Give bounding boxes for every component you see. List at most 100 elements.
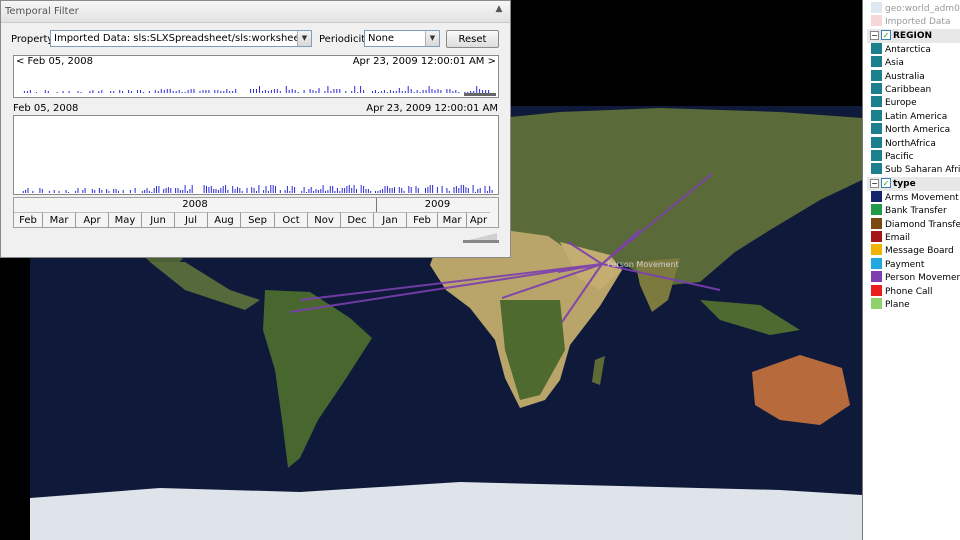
detail-chart[interactable] [13, 115, 499, 195]
histogram-bar [56, 92, 58, 93]
histogram-bar [53, 190, 55, 193]
histogram-bar [419, 92, 421, 93]
timeline-ruler[interactable]: 2008 2009 Feb Mar Apr May Jun Jul Aug Sep Oct Nov… [13, 197, 499, 228]
legend-item[interactable]: Australia [871, 69, 925, 83]
histogram-bar [80, 92, 82, 93]
histogram-bar [436, 187, 438, 193]
chevron-down-icon[interactable]: ▼ [425, 31, 439, 46]
legend-item[interactable]: Latin America [871, 109, 947, 123]
legend-item[interactable]: NorthAfrica [871, 136, 936, 150]
legend-item[interactable]: Asia [871, 56, 904, 69]
histogram-bar [431, 89, 433, 93]
legend-item[interactable]: Message Board [871, 244, 954, 257]
histogram-bar [62, 91, 64, 93]
histogram-bar [129, 190, 131, 193]
legend-item[interactable]: Europe [871, 96, 917, 109]
collapse-icon[interactable]: − [870, 30, 879, 40]
chevron-down-icon[interactable]: ▼ [297, 31, 311, 46]
histogram-bar [47, 91, 49, 93]
legend-swatch [871, 150, 882, 161]
histogram-bar [309, 89, 311, 93]
histogram-bar [401, 91, 403, 93]
histogram-bar [403, 191, 405, 193]
legend-item[interactable]: Payment [871, 257, 924, 271]
histogram-bar [77, 188, 79, 193]
histogram-bar [356, 189, 357, 193]
month-label: Dec [341, 212, 374, 228]
histogram-bar [334, 191, 336, 193]
histogram-bar [382, 189, 384, 193]
histogram-bar [458, 188, 460, 193]
timeline-resize-handle[interactable] [463, 232, 499, 243]
histogram-bar [488, 90, 490, 93]
histogram-bar [22, 191, 24, 193]
reset-button[interactable]: Reset [446, 30, 499, 48]
histogram-bar [322, 185, 324, 193]
legend-item[interactable]: Diamond Transfer [871, 217, 960, 231]
histogram-bar [395, 91, 397, 93]
histogram-bar [251, 187, 253, 193]
histogram-bar [160, 89, 162, 93]
month-label: Mar [43, 212, 76, 228]
histogram-bar [344, 188, 346, 193]
legend-item-label: Plane [885, 300, 910, 310]
histogram-bar [265, 186, 267, 193]
legend-item-label: Antarctica [885, 44, 931, 55]
histogram-bar [333, 89, 335, 93]
histogram-bar [92, 90, 94, 93]
histogram-bar [259, 86, 260, 93]
histogram-bar [106, 189, 108, 193]
legend-swatch [871, 231, 882, 242]
histogram-bar [422, 90, 424, 93]
legend-item[interactable]: Antarctica [871, 42, 931, 56]
histogram-bar [318, 88, 320, 93]
histogram-bar [41, 189, 43, 193]
checkbox-checked-icon[interactable]: ✓ [881, 177, 891, 188]
collapse-icon[interactable]: − [870, 178, 879, 188]
checkbox-checked-icon[interactable]: ✓ [881, 29, 891, 40]
histogram-bar [486, 191, 488, 193]
histogram-bar [416, 90, 418, 93]
legend-item[interactable]: Email [871, 231, 910, 244]
histogram-bar [378, 92, 379, 93]
histogram-bar [113, 91, 115, 93]
histogram-bar [215, 189, 217, 193]
histogram-bar [146, 188, 148, 193]
legend-item[interactable]: Bank Transfer [871, 204, 947, 217]
legend-group-header[interactable]: − ✓ REGION [867, 28, 960, 43]
legend-group-label: type [893, 178, 916, 189]
legend-swatch [871, 204, 882, 216]
histogram-bar [181, 92, 183, 93]
histogram-bar [208, 90, 210, 93]
histogram-bar [226, 89, 228, 93]
histogram-bar [77, 91, 79, 93]
legend-group-header[interactable]: − ✓ type [867, 176, 960, 191]
legend-item[interactable]: Phone Call [871, 284, 933, 298]
histogram-bar [113, 189, 115, 193]
histogram-bar [327, 86, 329, 93]
overview-slider-handle[interactable] [464, 93, 496, 96]
histogram-bar [84, 188, 86, 193]
periodicity-select[interactable]: None ▼ [364, 30, 440, 47]
histogram-bar [23, 91, 25, 93]
temporal-filter-window[interactable]: Temporal Filter ▲ Property Imported Data… [0, 0, 511, 258]
property-select[interactable]: Imported Data: sls:SLXSpreadsheet/sls:wo… [50, 30, 312, 47]
legend-item[interactable]: Caribbean [871, 83, 931, 96]
legend-item[interactable]: Pacific [871, 150, 914, 163]
legend-item[interactable]: Sub Saharan Afric [871, 163, 960, 176]
legend-item-label: Australia [885, 71, 925, 82]
legend-item[interactable]: Plane [871, 298, 910, 311]
histogram-bar [75, 191, 77, 193]
legend-item[interactable]: geo:world_adm0 [871, 2, 960, 15]
minimize-icon[interactable]: ▲ [494, 4, 504, 14]
histogram-bar [363, 186, 365, 193]
legend-item-label: Email [885, 233, 910, 243]
histogram-bar [464, 92, 466, 93]
legend-item[interactable]: Imported Data [871, 15, 950, 28]
legend-item[interactable]: Arms Movement [871, 190, 959, 204]
legend-item[interactable]: North America [871, 123, 950, 136]
legend-panel[interactable]: geo:world_adm0 Imported Data − ✓ REGION Antar… [862, 0, 960, 540]
legend-item[interactable]: Person Movement [871, 271, 960, 284]
overview-chart[interactable]: < Feb 05, 2008 Apr 23, 2009 12:00:01 AM … [13, 55, 499, 98]
window-title[interactable]: Temporal Filter [1, 1, 510, 23]
